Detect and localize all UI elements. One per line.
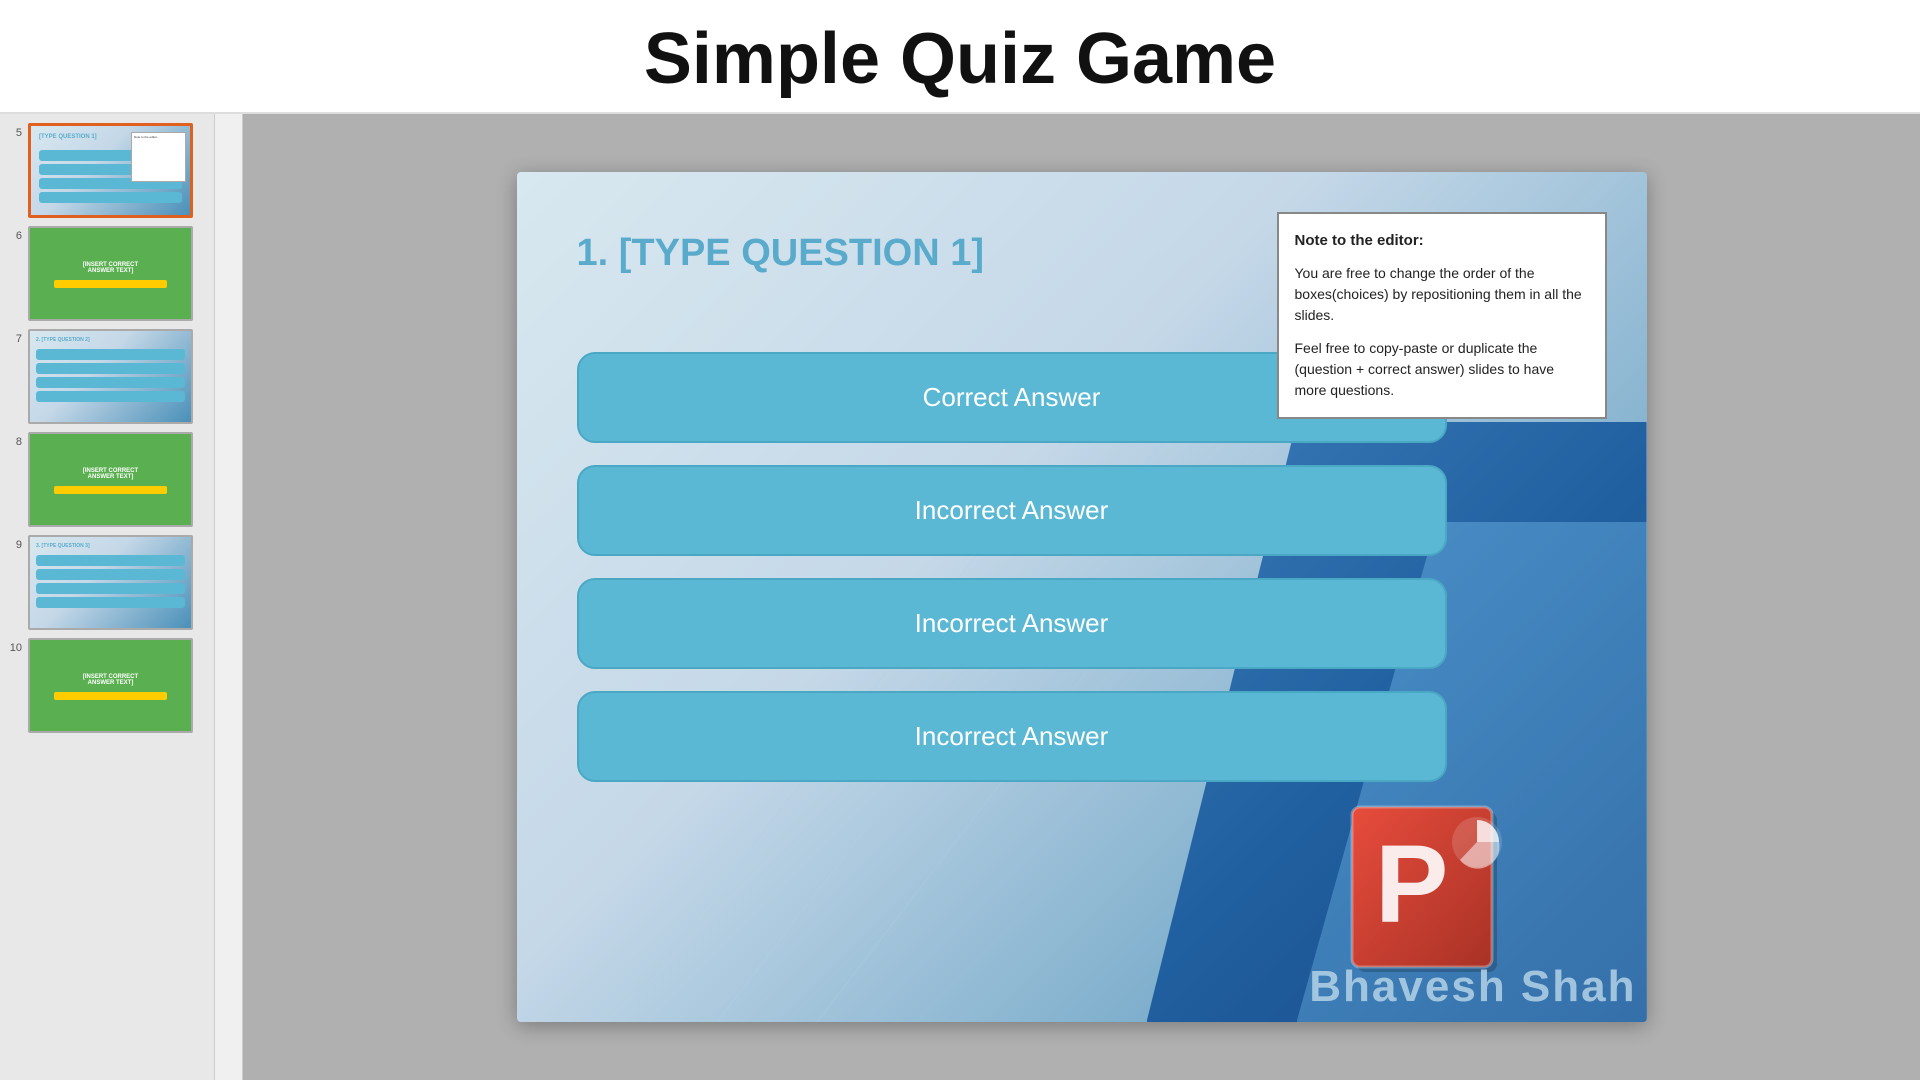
slide-num-9: 9 — [6, 539, 22, 551]
thumb-10-label: [INSERT CORRECTANSWER TEXT] — [81, 672, 140, 688]
thumb-7-question: 2. [TYPE QUESTION 2] — [36, 337, 90, 343]
note-box: Note to the editor: You are free to chan… — [1277, 212, 1607, 419]
slide-num-8: 8 — [6, 436, 22, 448]
thumb-10-btn — [54, 692, 167, 700]
slide-thumb-8[interactable]: [INSERT CORRECTANSWER TEXT] — [28, 432, 193, 527]
thumb-8-label: [INSERT CORRECTANSWER TEXT] — [81, 466, 140, 482]
thumb-9-question: 3. [TYPE QUESTION 3] — [36, 543, 90, 549]
sidebar-slide-10[interactable]: 10 [INSERT CORRECTANSWER TEXT] — [0, 634, 214, 737]
answer-btn-3[interactable]: Incorrect Answer — [577, 578, 1447, 669]
sidebar-slide-8[interactable]: 8 [INSERT CORRECTANSWER TEXT] — [0, 428, 214, 531]
sidebar-slide-6[interactable]: 6 [INSERT CORRECTANSWER TEXT] — [0, 222, 214, 325]
slide-panel-sidebar[interactable]: 5 [TYPE QUESTION 1] Note to the editor..… — [0, 114, 215, 1080]
current-slide: 1. [TYPE QUESTION 1] Correct Answer Inco… — [517, 172, 1647, 1022]
slide-thumb-5[interactable]: [TYPE QUESTION 1] Note to the editor... — [28, 123, 193, 218]
question-text[interactable]: 1. [TYPE QUESTION 1] — [577, 232, 985, 275]
svg-text:P: P — [1375, 823, 1448, 946]
title-bar: Simple Quiz Game — [0, 0, 1920, 114]
thumb-5-question: [TYPE QUESTION 1] — [39, 134, 97, 140]
main-area: 5 [TYPE QUESTION 1] Note to the editor..… — [0, 114, 1920, 1080]
thumb-5-note: Note to the editor... — [131, 132, 186, 182]
slide-thumb-6[interactable]: [INSERT CORRECTANSWER TEXT] — [28, 226, 193, 321]
answer-btn-2[interactable]: Incorrect Answer — [577, 465, 1447, 556]
slide-thumb-9[interactable]: 3. [TYPE QUESTION 3] — [28, 535, 193, 630]
note-body-2: Feel free to copy-paste or duplicate the… — [1295, 338, 1589, 401]
thumb-8-btn — [54, 486, 167, 494]
note-title: Note to the editor: — [1295, 230, 1589, 253]
slide-num-5: 5 — [6, 127, 22, 139]
slide-num-7: 7 — [6, 333, 22, 345]
thumb-6-label: [INSERT CORRECTANSWER TEXT] — [81, 260, 140, 276]
slide-editing-panel: 1. [TYPE QUESTION 1] Correct Answer Inco… — [243, 114, 1920, 1080]
page-title: Simple Quiz Game — [0, 18, 1920, 100]
slide-num-10: 10 — [6, 642, 22, 654]
watermark-text: Bhavesh Shah — [1309, 962, 1636, 1012]
ruler — [215, 114, 243, 1080]
slide-num-6: 6 — [6, 230, 22, 242]
sidebar-slide-7[interactable]: 7 2. [TYPE QUESTION 2] — [0, 325, 214, 428]
sidebar-slide-5[interactable]: 5 [TYPE QUESTION 1] Note to the editor..… — [0, 119, 214, 222]
thumb-6-btn — [54, 280, 167, 288]
answer-btn-4[interactable]: Incorrect Answer — [577, 691, 1447, 782]
thumb-7-buttons — [36, 349, 185, 402]
slide-thumb-10[interactable]: [INSERT CORRECTANSWER TEXT] — [28, 638, 193, 733]
thumb-9-buttons — [36, 555, 185, 608]
slide-thumb-7[interactable]: 2. [TYPE QUESTION 2] — [28, 329, 193, 424]
sidebar-slide-9[interactable]: 9 3. [TYPE QUESTION 3] — [0, 531, 214, 634]
note-body-1: You are free to change the order of the … — [1295, 263, 1589, 326]
